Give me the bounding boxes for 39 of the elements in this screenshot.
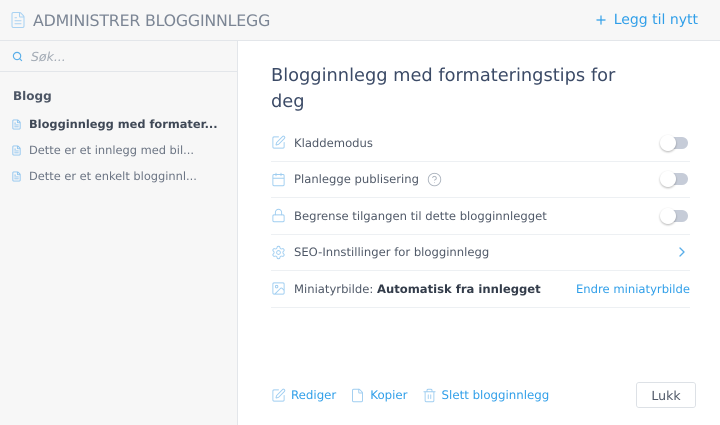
toggle-switch[interactable] xyxy=(662,210,688,222)
help-icon[interactable] xyxy=(426,172,442,187)
post-list-item[interactable]: Dette er et enkelt blogginnl... xyxy=(0,163,237,189)
change-thumbnail-link[interactable]: Endre miniatyrbilde xyxy=(576,282,690,296)
setting-label: Kladdemodus xyxy=(294,136,373,150)
footer-action-link[interactable]: Slett blogginnlegg xyxy=(422,388,550,402)
post-heading: Blogginnlegg med formateringstips for deg xyxy=(271,64,616,114)
document-icon xyxy=(9,11,27,29)
post-title: Dette er et innlegg med bil... xyxy=(29,143,194,157)
setting-label: Planlegge publisering xyxy=(294,172,419,186)
setting-label: SEO-Innstillinger for blogginnlegg xyxy=(294,245,490,260)
edit-icon xyxy=(271,388,286,402)
post-title: Blogginnlegg med formater... xyxy=(29,117,218,131)
page-title: ADMINISTRER BLOGGINNLEGG xyxy=(33,10,270,30)
footer-action-link[interactable]: Rediger xyxy=(271,388,336,402)
setting-label: Begrense tilgangen til dette blogginnlegget xyxy=(294,208,547,223)
edit-icon xyxy=(271,135,286,150)
search-icon xyxy=(12,50,23,62)
post-title: Dette er et enkelt blogginnl... xyxy=(29,169,197,183)
toggle-switch[interactable] xyxy=(662,136,688,149)
post-list-item[interactable]: Blogginnlegg med formater... xyxy=(0,111,237,137)
add-new-button[interactable]: Legg til nytt xyxy=(594,12,698,28)
section-heading: Blogg xyxy=(13,89,53,103)
image-icon xyxy=(271,281,286,296)
toggle-switch[interactable] xyxy=(662,173,688,186)
setting-label: Miniatyrbilde: Automatisk fra innlegget xyxy=(294,282,541,296)
calendar-icon xyxy=(271,172,286,187)
file-icon xyxy=(350,388,366,402)
post-list-item[interactable]: Dette er et innlegg med bil... xyxy=(0,137,237,163)
document-icon xyxy=(11,144,22,156)
search-field[interactable]: Søk... xyxy=(29,48,229,64)
close-button[interactable]: Lukk xyxy=(636,382,696,408)
lock-icon xyxy=(271,208,286,224)
footer-action-link[interactable]: Kopier xyxy=(350,388,408,402)
document-icon xyxy=(11,170,22,182)
trash-icon xyxy=(422,388,437,402)
document-icon xyxy=(11,118,22,130)
plus-icon xyxy=(594,13,608,27)
settings-icon xyxy=(271,244,286,260)
